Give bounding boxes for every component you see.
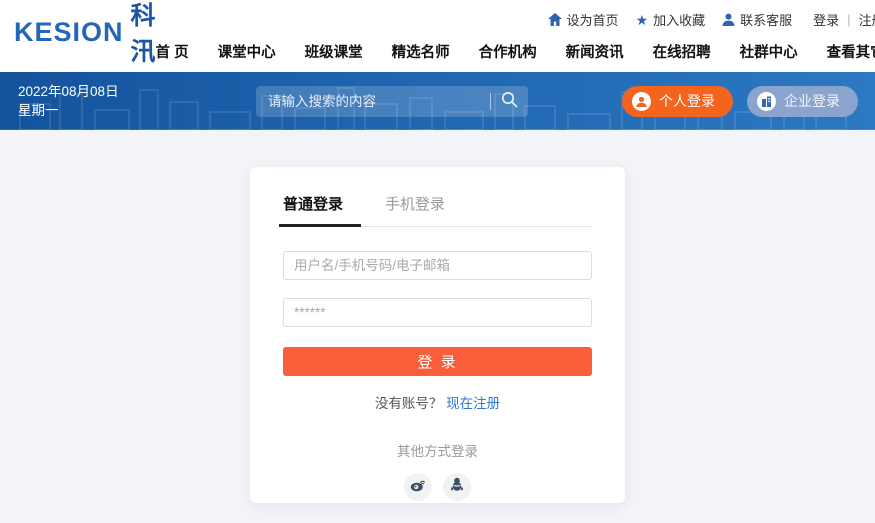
nav-item-community[interactable]: 社群中心 (740, 41, 798, 62)
nav-item-more[interactable]: 查看其它 (827, 41, 875, 62)
qq-login-button[interactable] (443, 473, 471, 501)
login-tabs: 普通登录 手机登录 (283, 193, 592, 227)
nav-item-class-course[interactable]: 班级课堂 (305, 41, 363, 62)
search-button[interactable] (501, 91, 518, 111)
nav-item-home[interactable]: 首 页 (156, 41, 189, 62)
login-submit-button[interactable]: 登 录 (283, 347, 592, 376)
contact-service-link[interactable]: 联系客服 (722, 10, 792, 29)
top-header: KESION 科汛 设为首页 ★ 加入收藏 联系客服 登录 (0, 0, 875, 72)
set-homepage-link[interactable]: 设为首页 (548, 10, 619, 29)
current-weekday: 星期一 (18, 101, 256, 120)
auth-separator: | (847, 12, 850, 27)
blue-banner: 2022年08月08日 星期一 个人登录 企业登录 (0, 72, 875, 130)
search-input[interactable] (268, 94, 484, 109)
search-box (256, 86, 528, 117)
personal-avatar-icon (632, 92, 651, 111)
other-login-text: 其他方式登录 (283, 440, 592, 460)
add-favorite-label: 加入收藏 (653, 10, 705, 29)
page-body: 普通登录 手机登录 登 录 没有账号？ 现在注册 其他方式登录 (0, 130, 875, 523)
set-homepage-label: 设为首页 (567, 10, 619, 29)
enterprise-building-icon (757, 92, 776, 111)
personal-login-button[interactable]: 个人登录 (622, 86, 733, 117)
nav-item-jobs[interactable]: 在线招聘 (653, 41, 711, 62)
register-link-top[interactable]: 注册 (859, 10, 875, 29)
no-account-text: 没有账号？ (375, 396, 443, 411)
weibo-icon (410, 478, 426, 497)
personal-login-label: 个人登录 (659, 91, 715, 111)
search-divider (490, 93, 491, 110)
tab-mobile-login[interactable]: 手机登录 (385, 193, 445, 226)
contact-service-label: 联系客服 (740, 10, 792, 29)
nav-item-partner-orgs[interactable]: 合作机构 (479, 41, 537, 62)
nav-item-news[interactable]: 新闻资讯 (566, 41, 624, 62)
add-favorite-link[interactable]: ★ 加入收藏 (636, 10, 706, 29)
weibo-login-button[interactable] (404, 473, 432, 501)
site-logo[interactable]: KESION 科汛 (14, 14, 156, 50)
search-icon (501, 91, 518, 111)
enterprise-login-button[interactable]: 企业登录 (747, 86, 858, 117)
date-block: 2022年08月08日 星期一 (18, 82, 256, 120)
tab-normal-login[interactable]: 普通登录 (283, 193, 343, 226)
username-input[interactable] (283, 251, 592, 280)
main-nav: 首 页 课堂中心 班级课堂 精选名师 合作机构 新闻资讯 在线招聘 社群中心 查… (156, 41, 875, 62)
password-input[interactable] (283, 298, 592, 327)
home-icon (548, 13, 562, 26)
utility-links: 设为首页 ★ 加入收藏 联系客服 登录 | 注册 (548, 10, 875, 29)
nav-item-featured-teachers[interactable]: 精选名师 (392, 41, 450, 62)
enterprise-login-label: 企业登录 (784, 91, 840, 111)
social-login-row (283, 473, 592, 501)
register-row: 没有账号？ 现在注册 (283, 392, 592, 412)
logo-text-cn: 科汛 (131, 0, 156, 68)
qq-penguin-icon (450, 477, 464, 497)
login-link[interactable]: 登录 (813, 10, 839, 29)
nav-item-classroom-center[interactable]: 课堂中心 (218, 41, 276, 62)
login-card: 普通登录 手机登录 登 录 没有账号？ 现在注册 其他方式登录 (250, 167, 625, 503)
current-date: 2022年08月08日 (18, 82, 256, 101)
register-now-link[interactable]: 现在注册 (446, 396, 500, 411)
star-icon: ★ (636, 13, 649, 27)
logo-text-en: KESION (14, 17, 124, 48)
person-icon (722, 13, 735, 26)
